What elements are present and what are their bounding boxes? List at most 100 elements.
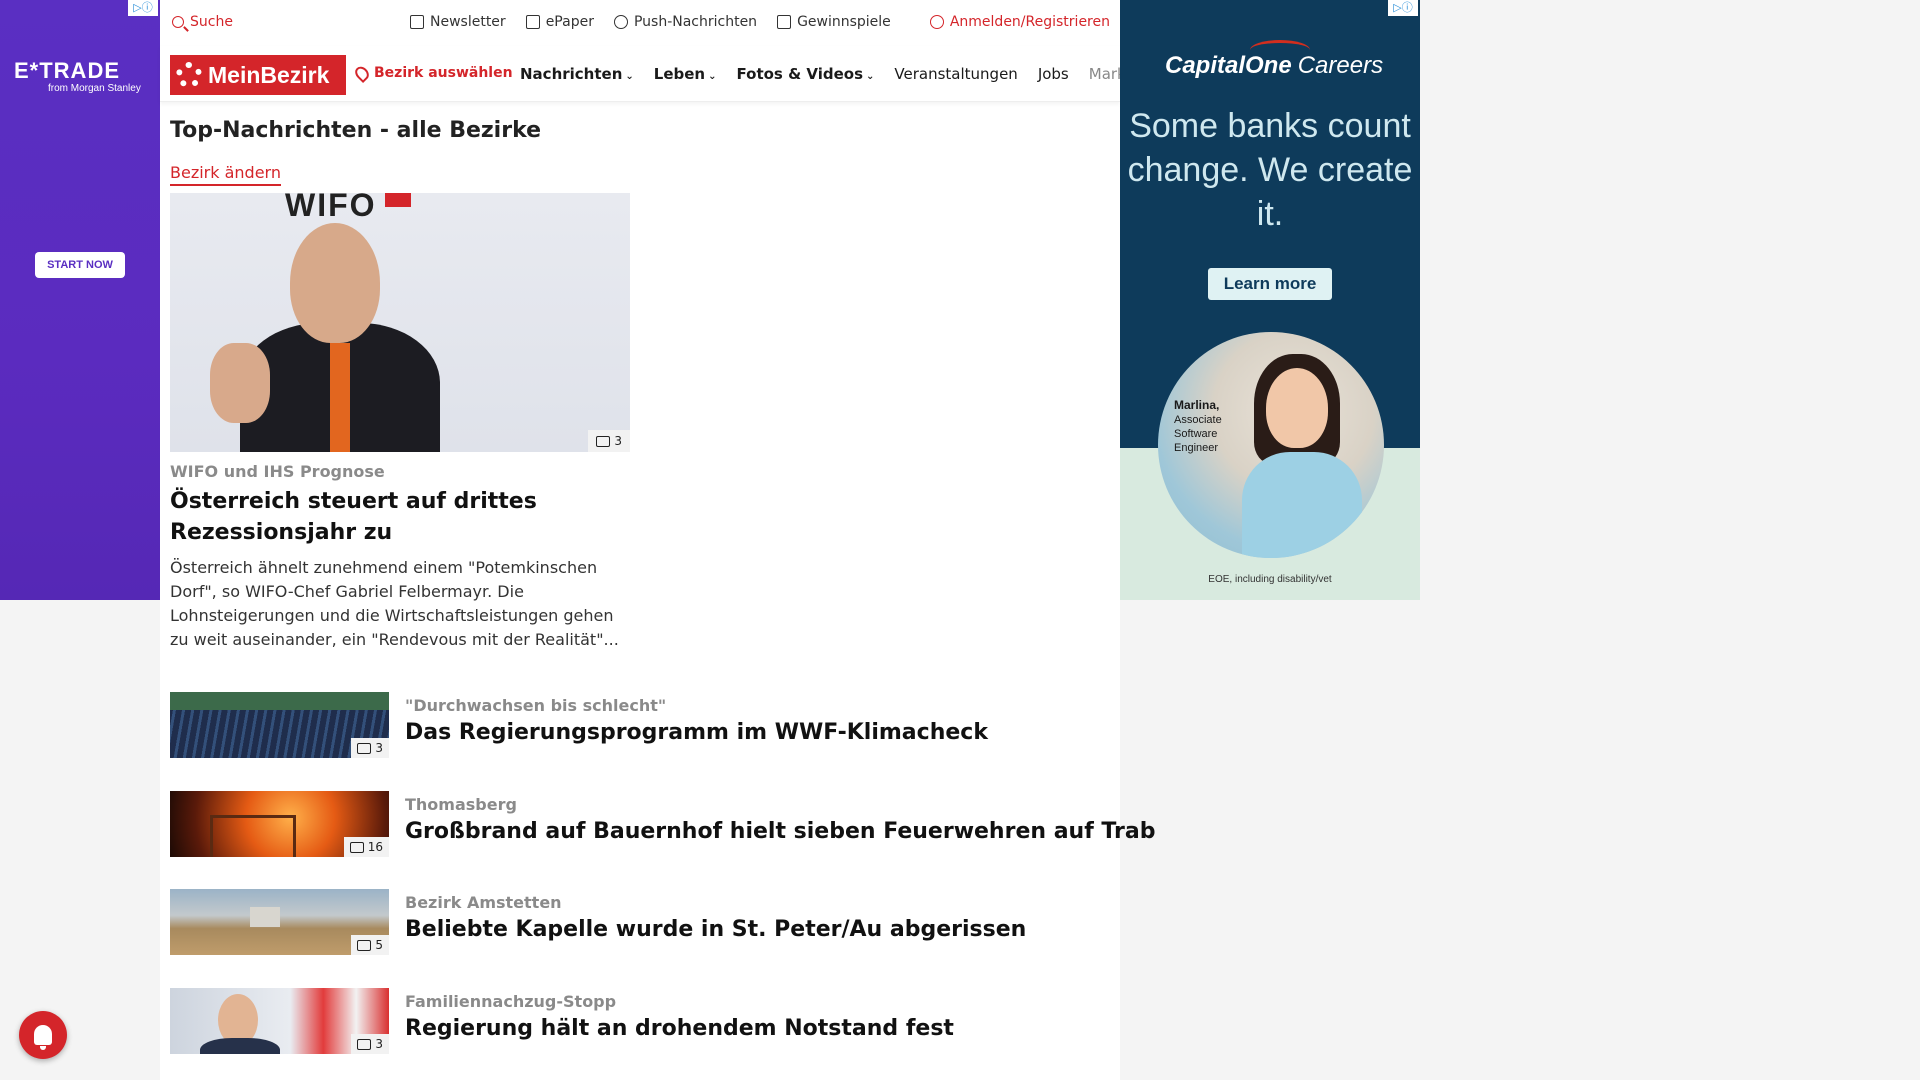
- etrade-subtitle: from Morgan Stanley: [48, 83, 141, 94]
- envelope-icon: [410, 15, 424, 29]
- article-teaser[interactable]: 5 Bezirk Amstetten Beliebte Kapelle wurd…: [170, 889, 1110, 955]
- search-label: Suche: [190, 14, 233, 30]
- person-hand: [210, 343, 270, 423]
- image-count: 3: [375, 1037, 383, 1051]
- ad-disclaimer: EOE, including disability/vet: [1208, 574, 1332, 585]
- login-label: Anmelden/Registrieren: [949, 14, 1110, 30]
- image-count-badge: 5: [351, 935, 389, 955]
- image-count-badge: 3: [588, 430, 630, 452]
- article-teaser[interactable]: 3 "Durchwachsen bis schlecht" Das Regier…: [170, 692, 1110, 758]
- nav-item-jobs[interactable]: Jobs: [1038, 65, 1069, 83]
- capitalone-careers: Careers: [1297, 52, 1384, 79]
- push-label: Push-Nachrichten: [633, 14, 758, 30]
- meinbezirk-logo[interactable]: MeinBezirk: [170, 55, 346, 95]
- hero-teaser-text: Österreich ähnelt zunehmend einem "Potem…: [170, 558, 619, 649]
- user-icon: [929, 15, 944, 29]
- gift-icon: [777, 15, 792, 29]
- ad-headline: Some banks count change. We create it.: [1127, 107, 1413, 233]
- hero-image[interactable]: WIFO 3: [170, 193, 630, 452]
- nav-label: Veranstaltungen: [894, 65, 1018, 83]
- teaser-thumbnail[interactable]: 3: [170, 988, 389, 1054]
- newsletter-label: Newsletter: [430, 14, 506, 30]
- article-teaser[interactable]: 3 Familiennachzug-Stopp Regierung hält a…: [170, 988, 1110, 1054]
- gallery-icon: [357, 1038, 372, 1050]
- persona-face: [1266, 368, 1328, 448]
- wifo-backdrop-text: WIFO: [285, 193, 377, 223]
- teaser-kicker: Bezirk Amstetten: [405, 893, 562, 912]
- nav-label: Jobs: [1037, 65, 1069, 83]
- bell-icon: [613, 15, 628, 29]
- person-head: [290, 223, 380, 343]
- image-count: 16: [367, 840, 383, 854]
- persona-role: Associate Software Engineer: [1174, 414, 1222, 454]
- nav-label: Nachrichten: [520, 65, 623, 83]
- utility-links: Newsletter ePaper Push-Nachrichten Gewin…: [410, 14, 891, 30]
- capitalone-logo: CapitalOne Careers: [1165, 52, 1383, 80]
- persona-body: [1242, 452, 1362, 558]
- change-bezirk-link[interactable]: Bezirk ändern: [170, 163, 281, 186]
- nav-item-veranstaltungen[interactable]: Veranstaltungen: [894, 65, 1017, 83]
- teaser-thumbnail[interactable]: 3: [170, 692, 389, 758]
- gallery-icon: [357, 939, 372, 951]
- teaser-kicker: Thomasberg: [405, 795, 517, 814]
- image-count: 3: [375, 741, 383, 755]
- page-title: Top-Nachrichten - alle Bezirke: [170, 118, 542, 143]
- chevron-down-icon: ⌄: [708, 71, 717, 82]
- nav-label: Fotos & Videos: [736, 65, 864, 83]
- hero-headline[interactable]: Österreich steuert auf drittes Rezession…: [170, 486, 630, 548]
- gallery-icon: [349, 841, 364, 853]
- ad-capitalone[interactable]: ▷ⓘ CapitalOne Careers Some banks count ch…: [1120, 0, 1420, 600]
- hero-kicker: WIFO und IHS Prognose: [170, 462, 385, 481]
- bezirk-select-button[interactable]: Bezirk auswählen: [352, 63, 513, 83]
- etrade-logo: E*TRADE: [14, 58, 121, 83]
- teaser-headline[interactable]: Das Regierungsprogramm im WWF-Klimacheck: [405, 720, 988, 745]
- adchoices-icon[interactable]: ▷ⓘ: [128, 0, 158, 16]
- gewinnspiele-label: Gewinnspiele: [797, 14, 891, 30]
- epaper-link[interactable]: ePaper: [525, 14, 594, 30]
- newspaper-icon: [525, 15, 540, 29]
- bell-icon: [34, 1025, 52, 1050]
- nav-label: Leben: [653, 65, 706, 83]
- image-count: 3: [614, 434, 622, 448]
- image-count-badge: 3: [351, 1034, 389, 1054]
- persona-name: Marlina,: [1174, 398, 1220, 412]
- teaser-headline[interactable]: Beliebte Kapelle wurde in St. Peter/Au a…: [405, 917, 1026, 942]
- wifo-red-block: [385, 193, 411, 207]
- search-icon: [172, 16, 184, 28]
- chevron-down-icon: ⌄: [866, 71, 875, 82]
- teaser-kicker: "Durchwachsen bis schlecht": [405, 696, 667, 715]
- search-link[interactable]: Suche: [172, 14, 233, 30]
- learn-more-button[interactable]: Learn more: [1208, 268, 1332, 300]
- main-content: Suche Newsletter ePaper Push-Nachrichten…: [160, 0, 1168, 1080]
- teaser-headline[interactable]: Großbrand auf Bauernhof hielt sieben Feu…: [405, 819, 1155, 844]
- adchoices-icon[interactable]: ▷ⓘ: [1388, 0, 1418, 16]
- logo-icon: [176, 62, 202, 88]
- push-link[interactable]: Push-Nachrichten: [613, 14, 758, 30]
- newsletter-link[interactable]: Newsletter: [410, 14, 506, 30]
- chevron-down-icon: ⌄: [625, 71, 634, 82]
- ad-etrade[interactable]: ▷ⓘ E*TRADE from Morgan Stanley START NOW: [0, 0, 160, 600]
- start-now-button[interactable]: START NOW: [35, 252, 125, 278]
- top-utility-bar: Suche Newsletter ePaper Push-Nachrichten…: [160, 0, 1120, 46]
- teaser-kicker: Familiennachzug-Stopp: [405, 992, 617, 1011]
- gallery-icon: [357, 742, 372, 754]
- main-navbar: MeinBezirk Bezirk auswählen Nachrichten ⌄…: [160, 46, 1168, 102]
- gallery-icon: [596, 435, 611, 447]
- tie: [330, 343, 350, 452]
- teaser-thumbnail[interactable]: 5: [170, 889, 389, 955]
- login-link[interactable]: Anmelden/Registrieren: [929, 14, 1110, 30]
- logo-text: MeinBezirk: [208, 61, 330, 88]
- nav-item-nachrichten[interactable]: Nachrichten ⌄: [520, 65, 634, 83]
- epaper-label: ePaper: [545, 14, 594, 30]
- notification-bell-button[interactable]: [19, 1011, 67, 1059]
- teaser-headline[interactable]: Regierung hält an drohendem Notstand fes…: [405, 1016, 954, 1041]
- nav-item-leben[interactable]: Leben ⌄: [654, 65, 717, 83]
- location-pin-icon: [352, 63, 372, 83]
- bezirk-select-label: Bezirk auswählen: [374, 65, 513, 81]
- image-count: 5: [375, 938, 383, 952]
- teaser-thumbnail[interactable]: 16: [170, 791, 389, 857]
- nav-item-fotos-videos[interactable]: Fotos & Videos ⌄: [737, 65, 875, 83]
- gewinnspiele-link[interactable]: Gewinnspiele: [777, 14, 891, 30]
- article-teaser[interactable]: 16 Thomasberg Großbrand auf Bauernhof hi…: [170, 791, 1155, 857]
- image-count-badge: 3: [351, 738, 389, 758]
